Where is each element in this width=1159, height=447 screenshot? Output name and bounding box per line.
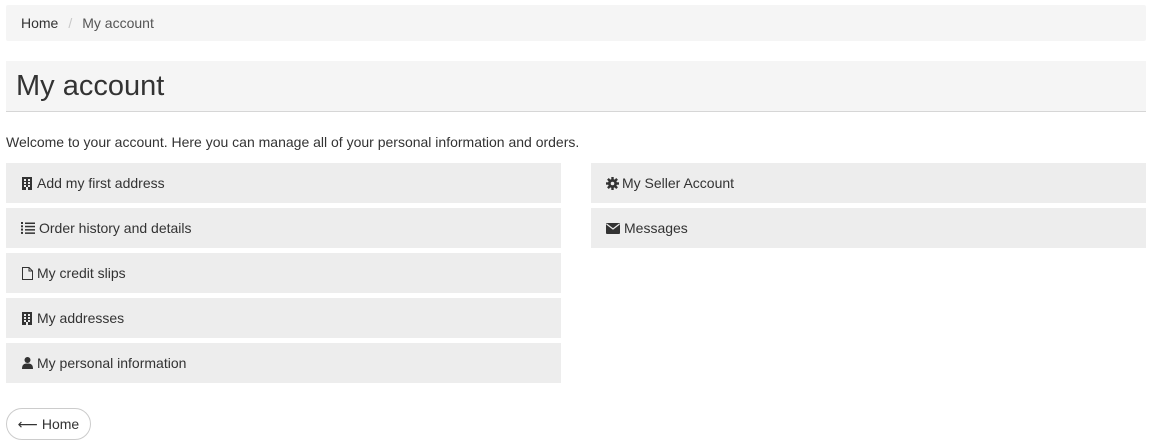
home-button-label: Home	[41, 416, 80, 432]
messages-label: Messages	[624, 220, 688, 236]
list-icon	[20, 221, 36, 235]
user-icon	[20, 356, 34, 370]
messages-link[interactable]: Messages	[591, 208, 1146, 248]
breadcrumb-current: My account	[82, 15, 154, 31]
personal-information-link[interactable]: My personal information	[6, 343, 561, 383]
page-header: My account	[6, 61, 1146, 112]
arrow-left-icon: ⟵	[17, 415, 38, 432]
add-first-address-link[interactable]: Add my first address	[6, 163, 561, 203]
building-icon	[20, 311, 34, 325]
order-history-link[interactable]: Order history and details	[6, 208, 561, 248]
breadcrumb: Home / My account	[6, 5, 1146, 41]
account-links-left: Add my first address Order history and d…	[6, 163, 561, 388]
page-title: My account	[16, 69, 165, 102]
gear-icon	[605, 176, 619, 190]
credit-slips-label: My credit slips	[37, 265, 126, 281]
credit-slips-link[interactable]: My credit slips	[6, 253, 561, 293]
welcome-text: Welcome to your account. Here you can ma…	[6, 134, 580, 150]
file-icon	[20, 266, 34, 280]
breadcrumb-separator: /	[68, 15, 73, 31]
home-button[interactable]: ⟵ Home	[6, 408, 91, 440]
building-icon	[20, 176, 34, 190]
order-history-label: Order history and details	[39, 220, 192, 236]
personal-information-label: My personal information	[37, 355, 187, 371]
seller-account-label: My Seller Account	[622, 175, 735, 191]
my-addresses-link[interactable]: My addresses	[6, 298, 561, 338]
envelope-icon	[605, 221, 621, 235]
my-addresses-label: My addresses	[37, 310, 125, 326]
add-first-address-label: Add my first address	[37, 175, 165, 191]
breadcrumb-home-link[interactable]: Home	[21, 15, 58, 31]
page: Home / My account My account Welcome to …	[0, 0, 1159, 447]
seller-account-link[interactable]: My Seller Account	[591, 163, 1146, 203]
account-links-right: My Seller Account Messages	[591, 163, 1146, 253]
